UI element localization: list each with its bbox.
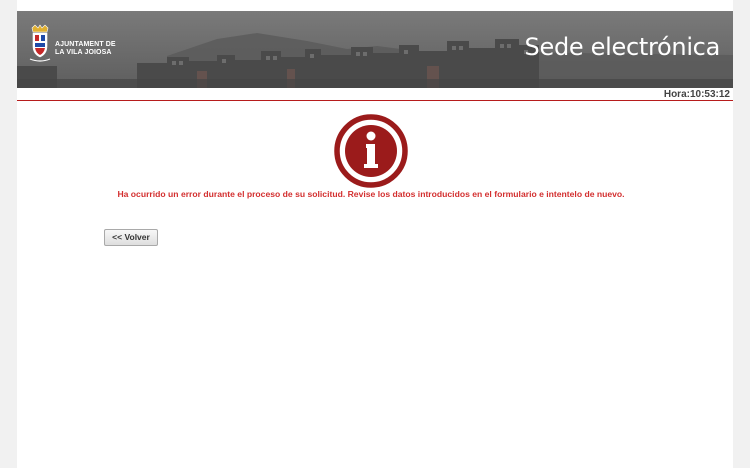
municipality-name-line1: AJUNTAMENT DE	[55, 41, 116, 48]
site-title: Sede electrónica	[524, 33, 721, 61]
municipality-name-line2: LA VILA JOIOSA	[55, 49, 112, 56]
info-icon	[334, 114, 408, 188]
back-button[interactable]: << Volver	[104, 229, 158, 246]
clock-display: Hora:10:53:12	[663, 89, 730, 100]
municipality-logo[interactable]: AJUNTAMENT DE LA VILA JOIOSA	[29, 24, 129, 68]
coat-of-arms-icon	[29, 24, 51, 62]
municipality-name: AJUNTAMENT DE LA VILA JOIOSA	[55, 41, 116, 57]
header-banner: AJUNTAMENT DE LA VILA JOIOSA Sede electr…	[17, 11, 733, 88]
page-container: AJUNTAMENT DE LA VILA JOIOSA Sede electr…	[17, 0, 733, 468]
error-message: Ha ocurrido un error durante el proceso …	[117, 189, 625, 199]
time-bar: Hora:10:53:12	[17, 88, 733, 101]
